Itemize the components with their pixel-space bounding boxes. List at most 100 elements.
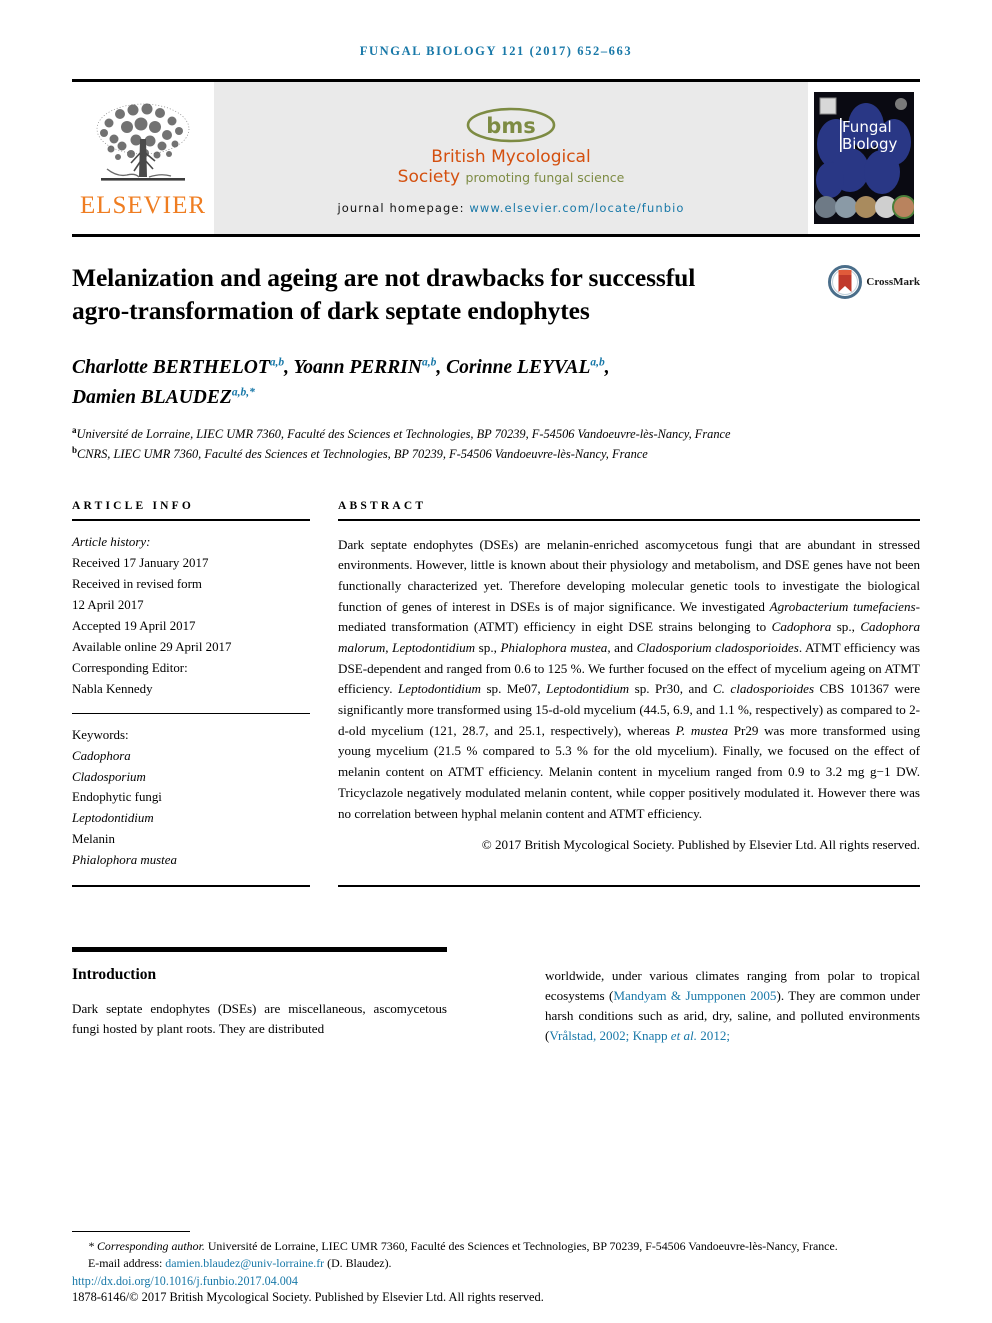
abstract-column: ABSTRACT Dark septate endophytes (DSEs) … (338, 500, 920, 871)
email-link[interactable]: damien.blaudez@univ-lorraine.fr (165, 1256, 324, 1270)
affiliation-text: Université de Lorraine, LIEC UMR 7360, F… (76, 426, 731, 441)
doi-link-wrap[interactable]: http://dx.doi.org/10.1016/j.funbio.2017.… (72, 1274, 920, 1289)
email-label: E-mail address: (88, 1255, 163, 1270)
citation-etal: et al. (670, 1028, 697, 1044)
bms-ellipse-logo-icon: bms (466, 108, 556, 143)
elsevier-wordmark: ELSEVIER (79, 191, 207, 219)
bms-name-line1: British Mycological (431, 147, 591, 168)
author-name: Damien BLAUDEZ (72, 386, 232, 408)
article-info-rule (72, 519, 310, 522)
body-column-gap (447, 966, 545, 1046)
affiliation-item: bCNRS, LIEC UMR 7360, Faculté des Scienc… (72, 444, 920, 464)
author-separator: , (436, 357, 447, 379)
author-name: Yoann PERRIN (293, 357, 422, 379)
article-first-page: Fungal Biology 121 (2017) 652–663 (0, 0, 992, 1323)
body-columns: Introduction Dark septate endophytes (DS… (72, 966, 920, 1046)
citation-link[interactable]: Mandyam & Jumpponen 2005 (613, 988, 776, 1003)
citation-link[interactable]: Vrålstad, 2002; Knapp et al. 2012; (549, 1028, 730, 1043)
body-column-left: Introduction Dark septate endophytes (DS… (72, 966, 447, 1046)
journal-masthead: ELSEVIER bms British Mycological Society… (72, 82, 920, 234)
bms-society-name: British Mycological Society promoting fu… (398, 148, 625, 187)
article-info-column: ARTICLE INFO Article history: Received 1… (72, 500, 310, 871)
author-affil-marker: a,b (421, 356, 437, 369)
doi-link[interactable]: http://dx.doi.org/10.1016/j.funbio.2017.… (72, 1274, 298, 1288)
introduction-paragraph-left: Dark septate endophytes (DSEs) are misce… (72, 1001, 447, 1037)
introduction-paragraph-right: worldwide, under various climates rangin… (545, 966, 920, 1046)
abstract-bottom-rule-right (338, 885, 920, 888)
species-name: Leptodontidium (546, 681, 630, 697)
keyword-item: Cadophora (72, 748, 131, 763)
introduction-title: Introduction (72, 966, 157, 984)
abstract-heading: ABSTRACT (338, 500, 427, 513)
running-head: Fungal Biology 121 (2017) 652–663 (359, 44, 633, 58)
journal-homepage: journal homepage: www.elsevier.com/locat… (337, 201, 684, 215)
issn-copyright-line: 1878-6146/© 2017 British Mycological Soc… (72, 1290, 544, 1304)
crossmark-label: CrossMark (866, 276, 920, 288)
affiliation-item: aUniversité de Lorraine, LIEC UMR 7360, … (72, 424, 920, 444)
crossmark-badge-icon (828, 265, 863, 299)
author-affil-marker: a,b (269, 356, 285, 369)
keywords-rule (72, 712, 310, 714)
corresponding-editor-label: Corresponding Editor: (72, 660, 188, 675)
bms-logo: bms (465, 105, 557, 145)
corresponding-label: Corresponding author. (96, 1238, 205, 1253)
species-name: Cladosporium cladosporioides (636, 640, 799, 655)
history-item: 12 April 2017 (72, 598, 144, 613)
page-title: Melanization and ageing are not drawback… (72, 263, 696, 326)
abstract-bottom-gap (310, 885, 338, 887)
crossmark-badge[interactable]: CrossMark (828, 265, 920, 299)
email-suffix: (D. Blaudez). (327, 1255, 392, 1270)
abstract-rule (338, 519, 920, 522)
keywords-label: Keywords: (72, 727, 129, 742)
abstract-copyright: © 2017 British Mycological Society. Publ… (481, 837, 920, 853)
author-item: Corinne LEYVALa,b, (446, 356, 610, 379)
journal-band: bms British Mycological Society promotin… (214, 82, 808, 234)
keywords-block: Keywords: Cadophora Cladosporium Endophy… (72, 725, 310, 871)
keyword-item: Leptodontidium (72, 811, 154, 826)
journal-cover: Fungal Biology (808, 82, 920, 234)
citation-text: Vrålstad, 2002; Knapp (549, 1028, 671, 1044)
body-column-right: worldwide, under various climates rangin… (545, 966, 920, 1046)
journal-homepage-label: journal homepage: (337, 200, 465, 215)
article-history-label: Article history: (72, 535, 151, 550)
history-item: Accepted 19 April 2017 (72, 619, 196, 634)
keyword-item: Cladosporium (72, 769, 146, 784)
footnote-block: * Corresponding author. Université de Lo… (72, 1230, 920, 1306)
author-separator: , (284, 357, 294, 379)
bms-name-line2-wrap: Society promoting fungal science (397, 167, 625, 188)
introduction-separator (72, 947, 447, 953)
species-name: Phialophora mustea (500, 640, 608, 655)
history-item: Received 17 January 2017 (72, 556, 209, 571)
species-name: Leptodontidium (392, 640, 476, 655)
keyword-item: Melanin (72, 832, 115, 847)
history-item: Received in revised form (72, 577, 202, 592)
keyword-item: Endophytic fungi (72, 790, 162, 805)
abstract-bottom-rule-left (72, 885, 310, 888)
title-area: Melanization and ageing are not drawback… (72, 237, 920, 327)
corresponding-address: Université de Lorraine, LIEC UMR 7360, F… (204, 1238, 838, 1253)
author-item: Charlotte BERTHELOTa,b, (72, 356, 294, 379)
elsevier-tree-icon (96, 103, 190, 181)
corresponding-editor-name: Nabla Kennedy (72, 681, 153, 696)
species-name: Agrobacterium tumefaciens (769, 598, 916, 614)
keyword-item: Phialophora mustea (72, 853, 177, 868)
bms-tagline: promoting fungal science (465, 170, 625, 185)
affiliation-list: aUniversité de Lorraine, LIEC UMR 7360, … (72, 424, 920, 465)
column-gap (310, 500, 338, 871)
article-history: Article history: Received 17 January 201… (72, 532, 310, 699)
author-affil-marker: a,b (590, 356, 605, 369)
email-note: E-mail address: damien.blaudez@univ-lorr… (72, 1255, 920, 1272)
author-item: Yoann PERRINa,b, (293, 356, 447, 379)
svg-text:Fungal: Fungal (842, 118, 892, 136)
author-name: Corinne LEYVAL (446, 357, 591, 379)
species-name: C. cladosporioides (712, 681, 815, 697)
elsevier-logo: ELSEVIER (72, 82, 214, 234)
journal-homepage-link[interactable]: www.elsevier.com/locate/funbio (469, 201, 684, 215)
svg-text:Biology: Biology (842, 135, 898, 153)
author-name: Charlotte BERTHELOT (72, 357, 270, 379)
abstract-bottom-rules (72, 885, 920, 888)
species-name: Cadophora (771, 619, 832, 635)
corresponding-marker: * (88, 1238, 94, 1253)
bms-name-line2: Society (397, 167, 461, 187)
citation-year: 2012; (696, 1028, 731, 1044)
